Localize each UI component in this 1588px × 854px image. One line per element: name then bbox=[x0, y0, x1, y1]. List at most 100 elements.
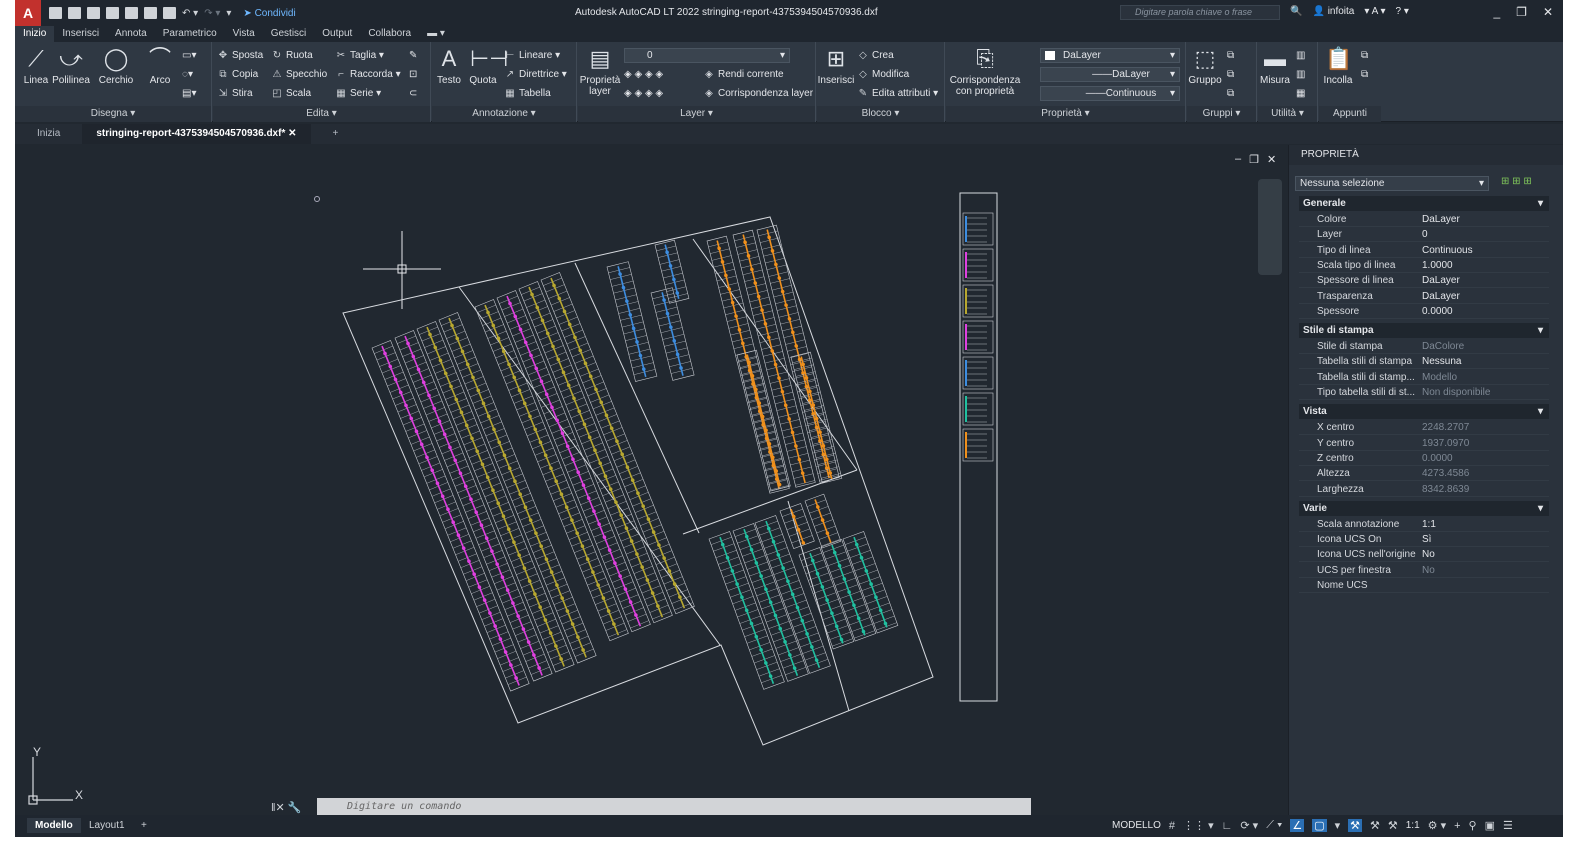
property-row[interactable]: Spessore di linea DaLayer bbox=[1299, 273, 1549, 289]
customize-icon[interactable]: ▾ bbox=[226, 8, 231, 19]
line-button[interactable]: ⟋ Linea bbox=[17, 46, 55, 86]
open-icon[interactable] bbox=[68, 7, 81, 19]
panel-title-annotazione[interactable]: Annotazione ▾ bbox=[432, 106, 576, 122]
user-button[interactable]: 👤 infoita bbox=[1312, 6, 1354, 17]
measure-button[interactable]: ▬ Misura bbox=[1258, 46, 1292, 86]
text-button[interactable]: A Testo bbox=[432, 46, 466, 86]
circle-button[interactable]: ◯ Cerchio bbox=[97, 46, 135, 86]
print-icon[interactable] bbox=[163, 7, 176, 19]
property-row[interactable]: Scala tipo di linea 1.0000 bbox=[1299, 258, 1549, 273]
tab-layout1[interactable]: Layout1 bbox=[81, 818, 133, 833]
copy-clip-icon[interactable]: ⧉ bbox=[1361, 48, 1368, 64]
tab-start[interactable]: Inizia bbox=[23, 124, 74, 144]
property-row[interactable]: Altezza 4273.4586 bbox=[1299, 466, 1549, 482]
panel-title-layer[interactable]: Layer ▾ bbox=[578, 106, 815, 122]
property-row[interactable]: Tabella stili di stampa Nessuna bbox=[1299, 354, 1549, 370]
property-row[interactable]: Tipo tabella stili di st... Non disponibi… bbox=[1299, 385, 1549, 400]
publish-icon[interactable] bbox=[125, 7, 138, 19]
stretch-button[interactable]: ⇲ Stira bbox=[217, 86, 253, 102]
property-row[interactable]: Nome UCS bbox=[1299, 578, 1549, 593]
minimize-icon[interactable]: _ bbox=[1493, 5, 1500, 19]
property-row[interactable]: X centro 2248.2707 bbox=[1299, 420, 1549, 436]
paste-button[interactable]: 📋 Incolla bbox=[1319, 46, 1357, 86]
property-row[interactable]: Colore DaLayer bbox=[1299, 212, 1549, 227]
select-all-icon[interactable]: ▥ bbox=[1296, 67, 1305, 83]
collapse-icon[interactable]: ▾ bbox=[1538, 404, 1543, 419]
property-row[interactable]: Larghezza 8342.8639 bbox=[1299, 482, 1549, 497]
tab-parametrico[interactable]: Parametrico bbox=[155, 26, 225, 42]
scale-button[interactable]: ◰ Scala bbox=[271, 86, 311, 102]
panel-title-blocco[interactable]: Blocco ▾ bbox=[817, 106, 944, 122]
save-as-icon[interactable] bbox=[106, 7, 119, 19]
isodraft-icon[interactable]: ⟋ ▾ bbox=[1266, 819, 1282, 832]
search-input[interactable]: Digitare parola chiave o frase bbox=[1120, 5, 1280, 20]
quick-select-icon[interactable]: ▥ bbox=[1296, 48, 1305, 64]
layer-tools-row-2[interactable]: ◈ ◈ ◈ ◈ bbox=[624, 86, 663, 102]
quick-select-icon[interactable]: ⊞ ⊞ ⊞ bbox=[1501, 176, 1532, 187]
section-header[interactable]: Generale ▾ bbox=[1299, 196, 1549, 211]
navigation-bar[interactable] bbox=[1258, 179, 1282, 275]
group-select-icon[interactable]: ⧉ bbox=[1227, 86, 1234, 102]
mirror-button[interactable]: ⚠ Specchio bbox=[271, 67, 328, 83]
property-row[interactable]: UCS per finestra No bbox=[1299, 563, 1549, 578]
autocad-logo[interactable]: A bbox=[15, 0, 41, 26]
group-button[interactable]: ⬚ Gruppo bbox=[1187, 46, 1223, 86]
section-header[interactable]: Varie ▾ bbox=[1299, 500, 1549, 516]
edit-block-button[interactable]: ◇ Modifica bbox=[857, 67, 909, 83]
collapse-icon[interactable]: ▾ bbox=[1538, 196, 1543, 211]
fullscreen-icon[interactable]: ▣ bbox=[1485, 819, 1495, 832]
tab-vista[interactable]: Vista bbox=[225, 26, 263, 42]
panel-title-appunti[interactable]: Appunti bbox=[1319, 106, 1381, 122]
cut-icon[interactable]: ⧉ bbox=[1361, 67, 1368, 83]
match-properties-button[interactable]: ⎘ Corrispondenza con proprietà bbox=[948, 46, 1022, 97]
match-layer-button[interactable]: ◈ Corrispondenza layer bbox=[703, 86, 813, 102]
property-row[interactable]: Scala annotazione 1:1 bbox=[1299, 517, 1549, 532]
table-button[interactable]: ▦ Tabella bbox=[504, 86, 550, 102]
calculator-icon[interactable]: ▦ bbox=[1296, 86, 1305, 102]
add-icon[interactable]: + bbox=[1454, 820, 1460, 832]
selection-dropdown[interactable]: Nessuna selezione ▾ bbox=[1295, 176, 1489, 191]
property-row[interactable]: Z centro 0.0000 bbox=[1299, 451, 1549, 466]
lineweight-icon[interactable]: ▾ bbox=[1335, 819, 1341, 832]
linear-dim-button[interactable]: ⊢ Lineare ▾ bbox=[504, 48, 561, 64]
share-button[interactable]: ➤ Condividi bbox=[243, 8, 295, 19]
property-row[interactable]: Trasparenza DaLayer bbox=[1299, 289, 1549, 304]
undo-icon[interactable]: ↶ ▾ bbox=[182, 8, 198, 19]
copy-button[interactable]: ⧉ Copia bbox=[217, 67, 258, 83]
close-tab-icon[interactable]: ✕ bbox=[288, 128, 296, 139]
linetype-dropdown[interactable]: ——Continuous ▾ bbox=[1040, 86, 1180, 101]
menu-icon[interactable]: ☰ bbox=[1503, 819, 1513, 832]
tab-annota[interactable]: Annota bbox=[107, 26, 155, 42]
snap-icon[interactable]: ⋮⋮ ▾ bbox=[1183, 819, 1214, 832]
ungroup-icon[interactable]: ⧉ bbox=[1227, 48, 1234, 64]
tab-model[interactable]: Modello bbox=[27, 818, 81, 833]
fillet-button[interactable]: ⌐ Raccorda ▾ bbox=[335, 67, 401, 83]
property-row[interactable]: Tabella stili di stamp... Modello bbox=[1299, 370, 1549, 385]
property-row[interactable]: Layer 0 bbox=[1299, 227, 1549, 243]
move-button[interactable]: ✥ Sposta bbox=[217, 48, 263, 64]
trim-button[interactable]: ✂ Taglia ▾ bbox=[335, 48, 384, 64]
new-icon[interactable] bbox=[49, 7, 62, 19]
annotation-scale-icon[interactable]: ⚒ bbox=[1388, 819, 1398, 832]
tab-inserisci[interactable]: Inserisci bbox=[54, 26, 107, 42]
osnap-icon[interactable]: ∠ bbox=[1290, 819, 1305, 832]
polar-icon[interactable]: ⟳ ▾ bbox=[1240, 819, 1258, 832]
array-button[interactable]: ▦ Serie ▾ bbox=[335, 86, 381, 102]
drawing-area[interactable]: – ❐ ✕ Y X ‖✕ 🔧 Digitare un comando bbox=[15, 145, 1288, 816]
tab-active-drawing[interactable]: stringing-report-4375394504570936.dxf* ✕ bbox=[82, 124, 311, 144]
color-dropdown[interactable]: DaLayer ▾ bbox=[1040, 48, 1180, 63]
units-icon[interactable]: ⚲ bbox=[1469, 819, 1477, 832]
ortho-icon[interactable]: ∟ bbox=[1222, 820, 1233, 832]
vp-close-icon[interactable]: ✕ bbox=[1267, 153, 1276, 166]
property-row[interactable]: Spessore 0.0000 bbox=[1299, 304, 1549, 319]
workspace-gear-icon[interactable]: ⚙ ▾ bbox=[1428, 819, 1446, 832]
property-row[interactable]: Y centro 1937.0970 bbox=[1299, 436, 1549, 451]
grid-icon[interactable]: # bbox=[1169, 820, 1175, 832]
annotation-autoscale-icon[interactable]: ⚒ bbox=[1370, 819, 1380, 832]
make-current-button[interactable]: ◈ Rendi corrente bbox=[703, 67, 783, 83]
annotation-visibility-icon[interactable]: ⚒ bbox=[1348, 819, 1362, 832]
restore-icon[interactable]: ❐ bbox=[1516, 5, 1527, 19]
search-icon[interactable]: 🔍 bbox=[1290, 6, 1302, 17]
explode-icon[interactable]: ⊡ bbox=[409, 67, 417, 83]
vp-restore-icon[interactable]: ❐ bbox=[1249, 153, 1259, 166]
